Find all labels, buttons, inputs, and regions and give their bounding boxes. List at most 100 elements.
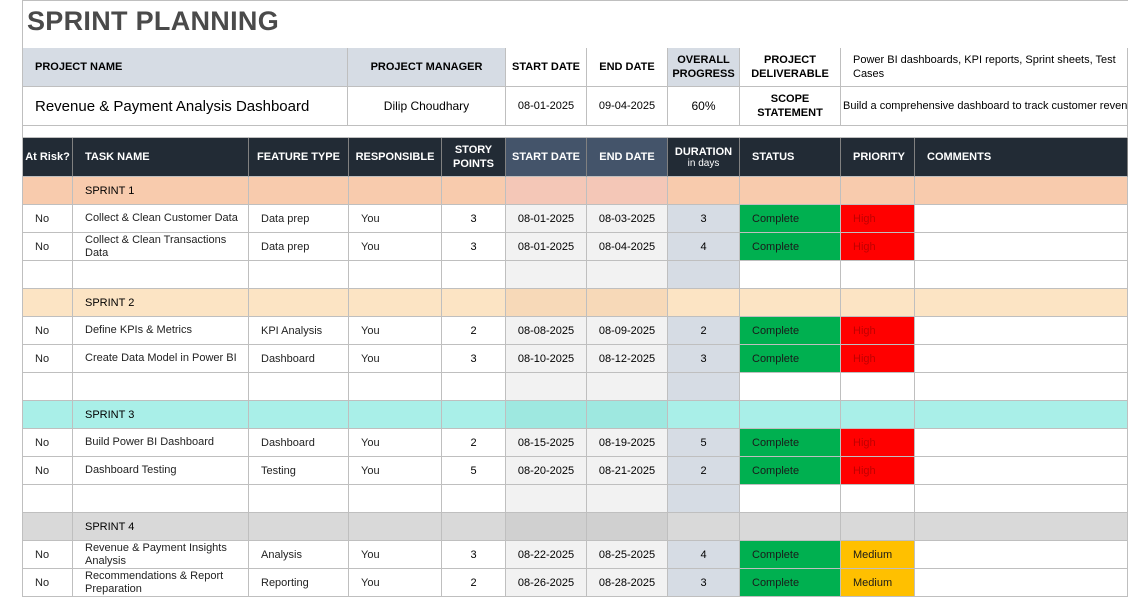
empty-cell[interactable] <box>442 485 506 513</box>
sprint-header-cell[interactable] <box>668 177 740 205</box>
empty-cell[interactable] <box>506 485 587 513</box>
sprint-header-cell[interactable] <box>668 289 740 317</box>
empty-cell[interactable] <box>23 485 73 513</box>
overall-progress-label[interactable]: OVERALL PROGRESS <box>668 48 740 87</box>
end-date-cell[interactable]: 08-21-2025 <box>587 457 668 485</box>
end-date-cell[interactable]: 08-12-2025 <box>587 345 668 373</box>
status-cell[interactable]: Complete <box>740 541 841 569</box>
empty-cell[interactable] <box>915 485 1128 513</box>
sprint-header-cell[interactable] <box>915 289 1128 317</box>
sprint-header-cell[interactable] <box>587 401 668 429</box>
story-points-cell[interactable]: 2 <box>442 317 506 345</box>
task-name-cell[interactable]: Dashboard Testing <box>73 457 249 485</box>
end-date-cell[interactable]: 08-28-2025 <box>587 569 668 597</box>
comments-cell[interactable] <box>915 317 1128 345</box>
duration-cell[interactable]: 2 <box>668 457 740 485</box>
empty-cell[interactable] <box>740 485 841 513</box>
project-deliverable-value[interactable]: Power BI dashboards, KPI reports, Sprint… <box>841 48 1128 87</box>
comments-cell[interactable] <box>915 205 1128 233</box>
duration-cell[interactable]: 3 <box>668 345 740 373</box>
priority-cell[interactable]: High <box>841 345 915 373</box>
sprint-header-cell[interactable] <box>349 513 442 541</box>
sprint-header-cell[interactable] <box>740 289 841 317</box>
start-date-cell[interactable]: 08-20-2025 <box>506 457 587 485</box>
status-cell[interactable]: Complete <box>740 345 841 373</box>
project-name-label[interactable]: PROJECT NAME <box>23 48 348 87</box>
end-date-label[interactable]: END DATE <box>587 48 668 87</box>
empty-cell[interactable] <box>587 373 668 401</box>
task-name-cell[interactable]: Build Power BI Dashboard <box>73 429 249 457</box>
project-end-date[interactable]: 09-04-2025 <box>587 87 668 126</box>
responsible-cell[interactable]: You <box>349 345 442 373</box>
col-header-at-risk[interactable]: At Risk? <box>23 138 73 177</box>
duration-cell[interactable]: 3 <box>668 205 740 233</box>
sprint-header-cell[interactable] <box>841 401 915 429</box>
sprint-header-cell[interactable] <box>915 513 1128 541</box>
empty-cell[interactable] <box>23 373 73 401</box>
at-risk-cell[interactable]: No <box>23 457 73 485</box>
col-header-start-date[interactable]: START DATE <box>506 138 587 177</box>
empty-cell[interactable] <box>249 373 349 401</box>
priority-cell[interactable]: High <box>841 205 915 233</box>
feature-type-cell[interactable]: Analysis <box>249 541 349 569</box>
task-name-cell[interactable]: Create Data Model in Power BI <box>73 345 249 373</box>
story-points-cell[interactable]: 3 <box>442 205 506 233</box>
empty-cell[interactable] <box>249 261 349 289</box>
sprint-header-cell[interactable] <box>587 289 668 317</box>
task-name-cell[interactable]: Collect & Clean Transactions Data <box>73 233 249 261</box>
feature-type-cell[interactable]: KPI Analysis <box>249 317 349 345</box>
empty-cell[interactable] <box>349 261 442 289</box>
sprint-header-cell[interactable] <box>349 289 442 317</box>
duration-cell[interactable]: 4 <box>668 541 740 569</box>
sprint-header-cell[interactable] <box>506 401 587 429</box>
duration-cell[interactable]: 5 <box>668 429 740 457</box>
sprint-header-cell[interactable] <box>442 289 506 317</box>
empty-cell[interactable] <box>349 373 442 401</box>
empty-cell[interactable] <box>73 373 249 401</box>
sprint-header-cell[interactable] <box>506 177 587 205</box>
task-name-cell[interactable]: Define KPIs & Metrics <box>73 317 249 345</box>
status-cell[interactable]: Complete <box>740 233 841 261</box>
sprint-header-cell[interactable] <box>23 177 73 205</box>
task-name-cell[interactable]: Collect & Clean Customer Data <box>73 205 249 233</box>
sprint-header-cell[interactable] <box>23 289 73 317</box>
comments-cell[interactable] <box>915 457 1128 485</box>
project-manager-label[interactable]: PROJECT MANAGER <box>348 48 506 87</box>
empty-cell[interactable] <box>73 485 249 513</box>
end-date-cell[interactable]: 08-19-2025 <box>587 429 668 457</box>
priority-cell[interactable]: High <box>841 429 915 457</box>
story-points-cell[interactable]: 3 <box>442 345 506 373</box>
scope-statement-label[interactable]: SCOPE STATEMENT <box>740 87 841 126</box>
sprint-header-cell[interactable] <box>915 177 1128 205</box>
end-date-cell[interactable]: 08-25-2025 <box>587 541 668 569</box>
responsible-cell[interactable]: You <box>349 569 442 597</box>
sprint-header-cell[interactable] <box>349 401 442 429</box>
duration-cell[interactable]: 2 <box>668 317 740 345</box>
empty-cell[interactable] <box>442 373 506 401</box>
sprint-header-cell[interactable] <box>587 177 668 205</box>
sprint-header-cell[interactable] <box>249 177 349 205</box>
empty-cell[interactable] <box>841 373 915 401</box>
task-name-cell[interactable]: Revenue & Payment Insights Analysis <box>73 541 249 569</box>
empty-cell[interactable] <box>740 261 841 289</box>
sprint-header-cell[interactable] <box>668 401 740 429</box>
priority-cell[interactable]: Medium <box>841 569 915 597</box>
feature-type-cell[interactable]: Reporting <box>249 569 349 597</box>
start-date-cell[interactable]: 08-10-2025 <box>506 345 587 373</box>
start-date-label[interactable]: START DATE <box>506 48 587 87</box>
status-cell[interactable]: Complete <box>740 205 841 233</box>
start-date-cell[interactable]: 08-01-2025 <box>506 233 587 261</box>
status-cell[interactable]: Complete <box>740 317 841 345</box>
comments-cell[interactable] <box>915 541 1128 569</box>
overall-progress-value[interactable]: 60% <box>668 87 740 126</box>
end-date-cell[interactable]: 08-04-2025 <box>587 233 668 261</box>
feature-type-cell[interactable]: Testing <box>249 457 349 485</box>
sprint-header-cell[interactable] <box>349 177 442 205</box>
task-name-cell[interactable]: Recommendations & Report Preparation <box>73 569 249 597</box>
sprint-header-cell[interactable] <box>841 289 915 317</box>
duration-cell[interactable]: 4 <box>668 233 740 261</box>
status-cell[interactable]: Complete <box>740 429 841 457</box>
sprint-header-cell[interactable] <box>506 289 587 317</box>
story-points-cell[interactable]: 2 <box>442 569 506 597</box>
empty-cell[interactable] <box>73 261 249 289</box>
